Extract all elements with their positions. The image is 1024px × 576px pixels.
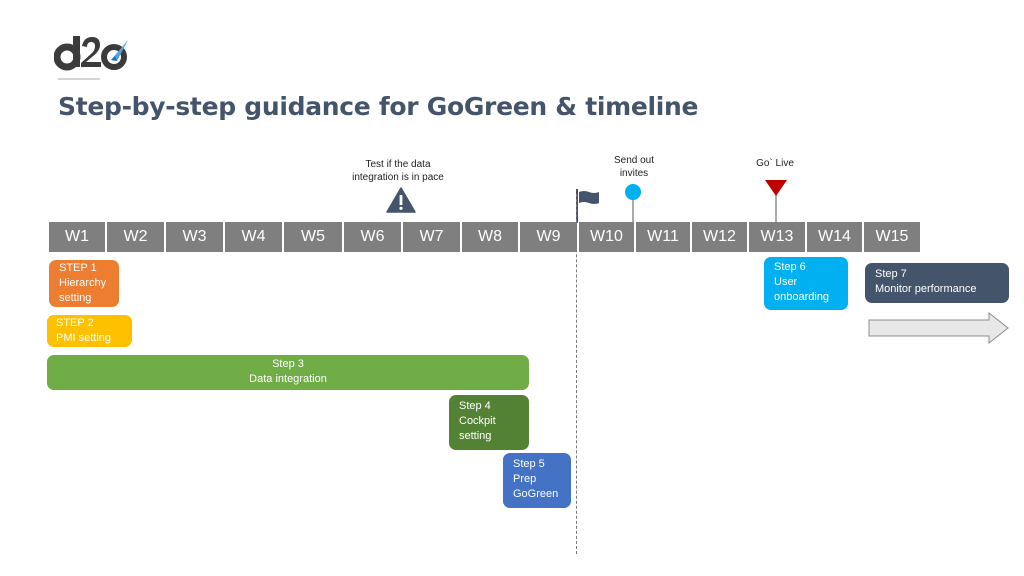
week-cell-w11: W11 bbox=[636, 222, 690, 252]
warning-triangle-icon bbox=[386, 187, 416, 217]
step-5-line: GoGreen bbox=[513, 488, 559, 500]
week-cell-w15: W15 bbox=[864, 222, 920, 252]
milestone-test-line: Test if the data bbox=[365, 159, 431, 170]
step-1-line: STEP 1 bbox=[59, 262, 97, 274]
step-6-box: Step 6 User onboarding bbox=[764, 257, 848, 310]
logo-underline bbox=[58, 78, 100, 80]
step-4-box: Step 4 Cockpit setting bbox=[449, 395, 529, 450]
step-1-line: Hierarchy bbox=[59, 277, 107, 289]
step-3-line: Data integration bbox=[249, 373, 327, 385]
step-2-line: PMI setting bbox=[56, 332, 112, 344]
week-cell-w3: W3 bbox=[166, 222, 223, 252]
step-1-line: setting bbox=[59, 292, 92, 304]
step-7-box: Step 7 Monitor performance bbox=[865, 263, 1009, 303]
week-cell-w4: W4 bbox=[225, 222, 282, 252]
week-cell-w6: W6 bbox=[344, 222, 401, 252]
milestone-test-label: Test if the data integration is in pace bbox=[338, 158, 458, 184]
milestone-invites-line: Send out bbox=[613, 155, 655, 166]
step-7-line: Step 7 bbox=[875, 268, 907, 280]
week-cell-w7: W7 bbox=[403, 222, 460, 252]
current-week-dashed-line bbox=[576, 194, 577, 554]
milestone-test-line: integration is in pace bbox=[352, 172, 444, 183]
milestone-golive-label: Go` Live bbox=[740, 157, 810, 170]
milestone-golive-line: Go` Live bbox=[756, 158, 794, 169]
d2o-logo bbox=[53, 32, 130, 72]
step-7-line: Monitor performance bbox=[875, 283, 977, 295]
milestone-invites-label: Send out invites bbox=[599, 154, 669, 180]
week-cell-w5: W5 bbox=[284, 222, 342, 252]
week-cell-w10: W10 bbox=[579, 222, 634, 252]
week-cell-w8: W8 bbox=[462, 222, 518, 252]
step-1-box: STEP 1 Hierarchy setting bbox=[49, 260, 119, 307]
step-5-line: Prep bbox=[513, 473, 537, 485]
week-timeline-bar: W1 W2 W3 W4 W5 W6 W7 W8 W9 W10 W11 W12 W13 W14 W15 bbox=[0, 222, 1024, 252]
step-3-box: Step 3 Data integration bbox=[47, 355, 529, 390]
page-title: Step-by-step guidance for GoGreen & time… bbox=[58, 92, 699, 121]
step-5-box: Step 5 Prep GoGreen bbox=[503, 453, 571, 508]
week-cell-w13: W13 bbox=[749, 222, 805, 252]
step-6-line: Step 6 bbox=[774, 261, 806, 273]
week-cell-w9: W9 bbox=[520, 222, 577, 252]
step-3-line: Step 3 bbox=[272, 358, 304, 370]
step-4-line: setting bbox=[459, 430, 492, 442]
red-triangle-pin-icon bbox=[764, 179, 788, 227]
step-6-line: onboarding bbox=[774, 291, 830, 303]
circle-pin-icon bbox=[624, 183, 642, 227]
step-5-line: Step 5 bbox=[513, 458, 545, 470]
week-cell-w1: W1 bbox=[49, 222, 105, 252]
right-arrow-icon bbox=[868, 311, 1010, 348]
step-2-box: STEP 2 PMI setting bbox=[47, 315, 132, 347]
step-6-line: User bbox=[774, 276, 798, 288]
milestone-invites-line: invites bbox=[619, 168, 649, 179]
week-cell-w2: W2 bbox=[107, 222, 164, 252]
week-cell-w14: W14 bbox=[807, 222, 862, 252]
step-4-line: Cockpit bbox=[459, 415, 496, 427]
step-4-line: Step 4 bbox=[459, 400, 491, 412]
step-2-line: STEP 2 bbox=[56, 317, 94, 329]
week-cell-w12: W12 bbox=[692, 222, 747, 252]
